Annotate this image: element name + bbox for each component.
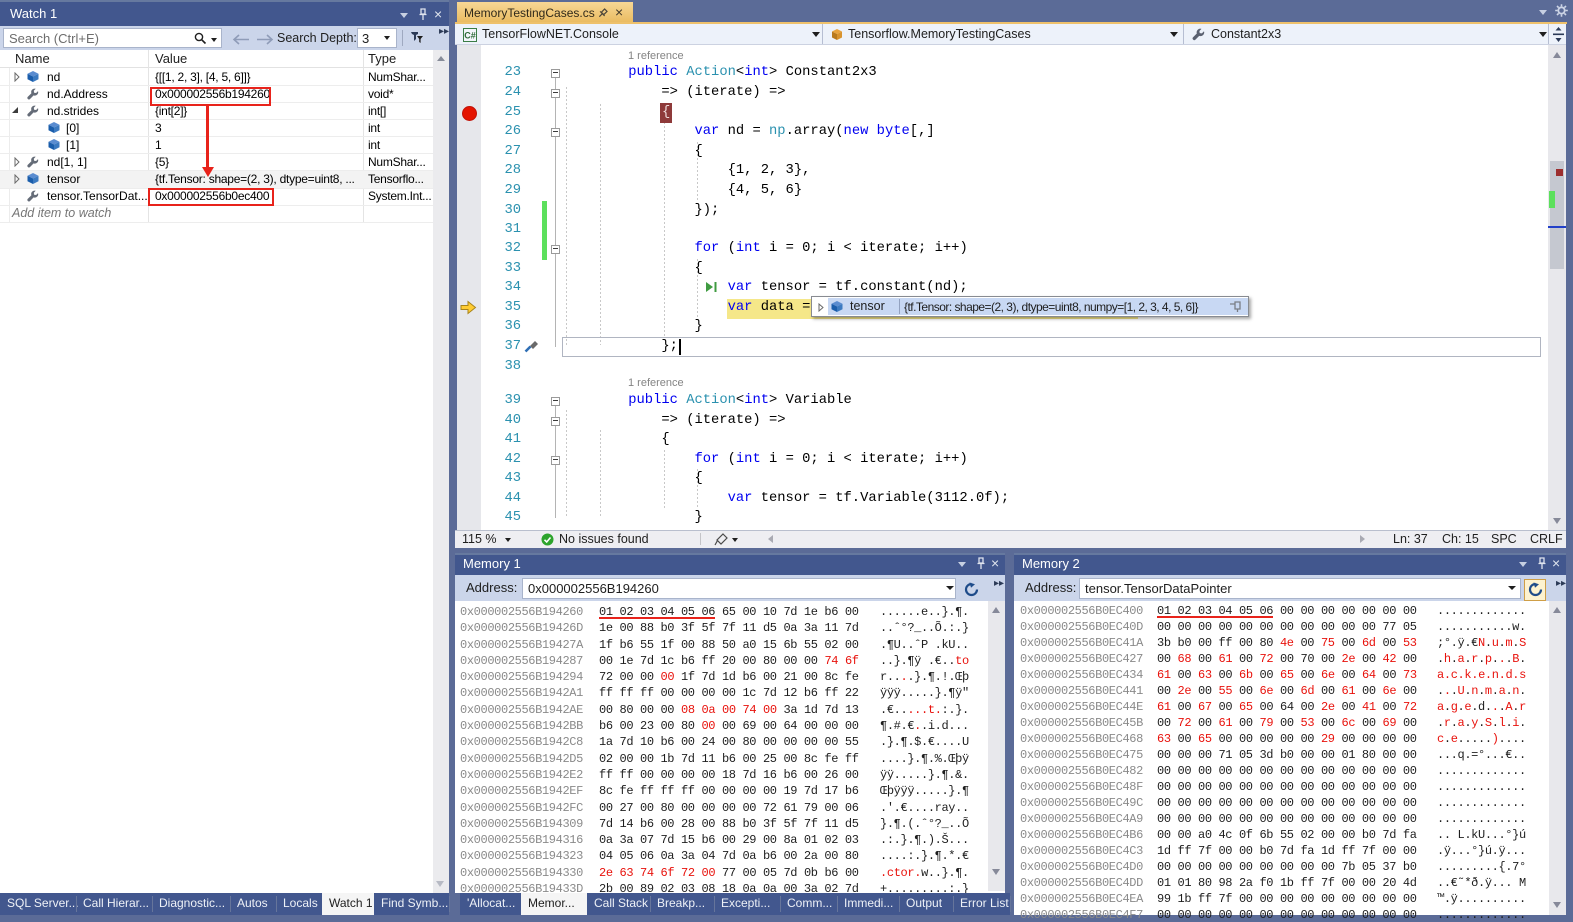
svg-text:C#: C# [464, 30, 476, 40]
